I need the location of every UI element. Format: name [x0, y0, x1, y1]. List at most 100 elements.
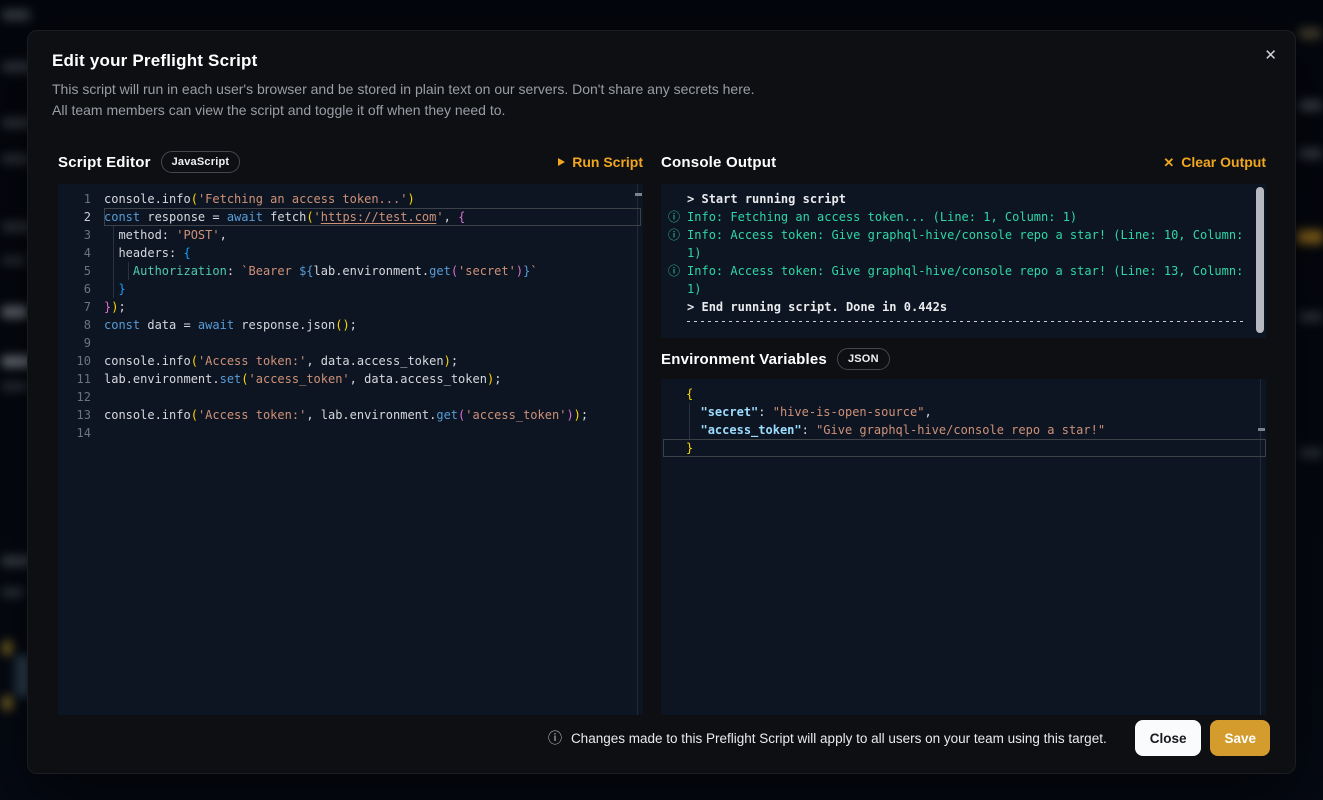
console-entry: ⓘInfo: Access token: Give graphql-hive/c…: [661, 226, 1266, 262]
background-blur-blob: [3, 641, 12, 655]
code-line: 11lab.environment.set('access_token', da…: [58, 370, 643, 388]
env-format-badge: JSON: [837, 348, 890, 370]
modal-title: Edit your Preflight Script: [52, 51, 1235, 71]
line-number: 14: [58, 424, 104, 442]
console-separator: [687, 321, 1247, 322]
environment-variables-editor[interactable]: { "secret": "hive-is-open-source", "acce…: [661, 379, 1266, 715]
background-blur-blob: [2, 306, 28, 318]
info-icon: ⓘ: [548, 728, 562, 748]
clear-icon: ✕: [1163, 156, 1174, 169]
code-text: const response = await fetch('https://te…: [104, 208, 465, 226]
code-line: 6 }: [58, 280, 643, 298]
code-line: 4 headers: {: [58, 244, 643, 262]
code-text: }: [104, 280, 126, 298]
console-indent: [668, 298, 687, 316]
console-entry-text: > Start running script: [687, 190, 1252, 208]
clear-output-button[interactable]: ✕ Clear Output: [1163, 154, 1266, 170]
console-entry-text: Info: Fetching an access token... (Line:…: [687, 208, 1252, 226]
line-number: 4: [58, 244, 104, 262]
background-blur-blob: [1299, 28, 1321, 39]
console-scrollbar[interactable]: [1256, 187, 1264, 333]
background-blur-blob: [1299, 448, 1322, 458]
background-blur-blob: [1299, 312, 1322, 322]
line-number: 11: [58, 370, 104, 388]
console-entry: > End running script. Done in 0.442s: [661, 298, 1266, 316]
background-blur-blob: [3, 696, 12, 710]
code-text: headers: {: [104, 244, 191, 262]
code-text: lab.environment.set('access_token', data…: [104, 370, 501, 388]
code-text: console.info('Access token:', lab.enviro…: [104, 406, 588, 424]
console-entry: > Start running script: [661, 190, 1266, 208]
script-language-badge: JavaScript: [161, 151, 241, 173]
modal-header: Edit your Preflight Script This script w…: [28, 31, 1295, 121]
line-number: 10: [58, 352, 104, 370]
line-number: 9: [58, 334, 104, 352]
close-button[interactable]: Close: [1135, 720, 1202, 756]
line-number: 2: [58, 208, 104, 226]
code-text: "access_token": "Give graphql-hive/conso…: [686, 421, 1105, 439]
line-number: 13: [58, 406, 104, 424]
line-number: 8: [58, 316, 104, 334]
line-number: 1: [58, 190, 104, 208]
code-text: const data = await response.json();: [104, 316, 357, 334]
preflight-script-modal: ✕ Edit your Preflight Script This script…: [27, 30, 1296, 774]
footer-note: Changes made to this Preflight Script wi…: [571, 731, 1107, 746]
line-number: 6: [58, 280, 104, 298]
code-text: });: [104, 298, 126, 316]
console-entry-text: > End running script. Done in 0.442s: [687, 298, 1252, 316]
info-circle-icon: ⓘ: [668, 262, 687, 298]
code-line: 2const response = await fetch('https://t…: [58, 208, 643, 226]
play-icon: [558, 158, 565, 166]
code-line: 8const data = await response.json();: [58, 316, 643, 334]
code-line: 14: [58, 424, 643, 442]
code-text: "secret": "hive-is-open-source",: [686, 403, 932, 421]
code-line: 5 Authorization: `Bearer ${lab.environme…: [58, 262, 643, 280]
run-script-button[interactable]: Run Script: [558, 154, 643, 170]
code-line: 1console.info('Fetching an access token.…: [58, 190, 643, 208]
console-indent: [668, 190, 687, 208]
script-editor[interactable]: 1console.info('Fetching an access token.…: [58, 184, 643, 715]
code-line: 9: [58, 334, 643, 352]
modal-description-line2: All team members can view the script and…: [52, 100, 1235, 121]
code-text: }: [686, 439, 693, 457]
code-line: 3 method: 'POST',: [58, 226, 643, 244]
console-entry-text: Info: Access token: Give graphql-hive/co…: [687, 226, 1252, 262]
console-output[interactable]: > Start running scriptⓘInfo: Fetching an…: [661, 184, 1266, 338]
console-output-title: Console Output: [661, 154, 776, 171]
code-line: 7});: [58, 298, 643, 316]
background-blur-blob: [2, 10, 30, 20]
code-line: "access_token": "Give graphql-hive/conso…: [661, 421, 1266, 439]
console-entry: ⓘInfo: Fetching an access token... (Line…: [661, 208, 1266, 226]
background-blur-blob: [1299, 148, 1322, 159]
line-number: 7: [58, 298, 104, 316]
code-line: 12: [58, 388, 643, 406]
console-entry: ⓘInfo: Access token: Give graphql-hive/c…: [661, 262, 1266, 298]
background-blur-blob: [2, 588, 24, 597]
code-line: }: [661, 439, 1266, 457]
code-line: "secret": "hive-is-open-source",: [661, 403, 1266, 421]
code-text: console.info('Fetching an access token..…: [104, 190, 415, 208]
line-number: 12: [58, 388, 104, 406]
line-number: 3: [58, 226, 104, 244]
code-text: method: 'POST',: [104, 226, 227, 244]
code-text: {: [686, 385, 693, 403]
info-circle-icon: ⓘ: [668, 226, 687, 262]
background-blur-blob: [2, 256, 26, 265]
save-button[interactable]: Save: [1210, 720, 1270, 756]
close-icon[interactable]: ✕: [1260, 44, 1281, 67]
background-blur-blob: [1297, 230, 1323, 244]
background-blur-blob: [1299, 100, 1322, 111]
code-text: Authorization: `Bearer ${lab.environment…: [104, 262, 538, 280]
code-text: console.info('Access token:', data.acces…: [104, 352, 458, 370]
code-line: {: [661, 385, 1266, 403]
line-number: 5: [58, 262, 104, 280]
code-line: 13console.info('Access token:', lab.envi…: [58, 406, 643, 424]
script-editor-title: Script Editor: [58, 154, 151, 171]
console-entry-text: Info: Access token: Give graphql-hive/co…: [687, 262, 1252, 298]
info-circle-icon: ⓘ: [668, 208, 687, 226]
background-blur-blob: [2, 382, 28, 391]
code-line: 10console.info('Access token:', data.acc…: [58, 352, 643, 370]
environment-variables-title: Environment Variables: [661, 351, 827, 368]
background-blur-blob: [2, 154, 30, 164]
modal-description-line1: This script will run in each user's brow…: [52, 79, 1235, 100]
